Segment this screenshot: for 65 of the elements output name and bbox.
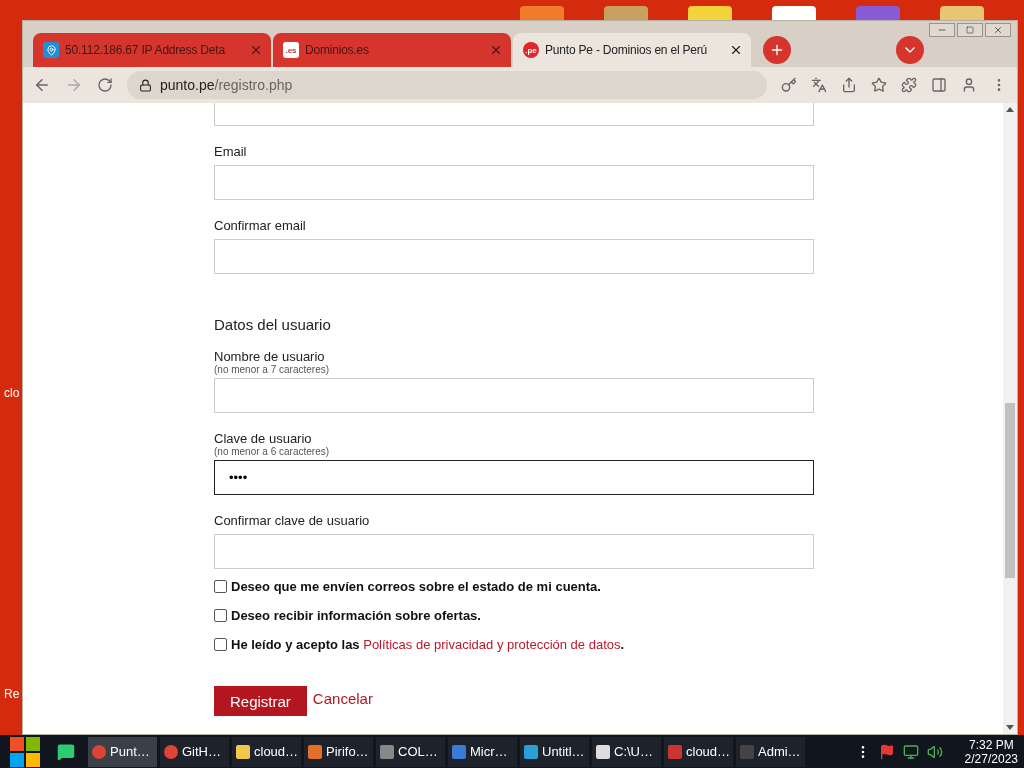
input-field[interactable]: •••• (214, 460, 814, 495)
taskbar-item[interactable]: GitH… (160, 736, 229, 767)
section-title: Datos del usuario (214, 316, 332, 333)
side-panel-icon[interactable] (931, 77, 947, 93)
input-field[interactable] (214, 165, 814, 200)
volume-icon[interactable] (926, 743, 943, 760)
field-hint: (no menor a 6 caracteres) (214, 446, 331, 457)
input-field[interactable] (214, 239, 814, 274)
field-label: Confirmar clave de usuario (214, 513, 371, 528)
clock[interactable]: 7:32 PM 2/27/2023 (964, 737, 1018, 766)
site-icon: .pe (523, 42, 539, 58)
field-label: Clave de usuario (214, 431, 313, 446)
taskbar-item[interactable]: C:\U… (592, 736, 661, 767)
close-button[interactable] (985, 23, 1011, 37)
field-label: Confirmar email (214, 218, 307, 233)
lock-icon (139, 78, 152, 92)
restore-icon (966, 26, 974, 34)
back-icon[interactable] (33, 76, 51, 94)
input-field[interactable] (214, 378, 814, 413)
address-bar[interactable]: punto.pe/registro.php (127, 71, 767, 99)
share-icon[interactable] (841, 77, 857, 93)
minimize-button[interactable] (929, 23, 955, 37)
restore-button[interactable] (957, 23, 983, 37)
scrollbar[interactable] (1003, 103, 1017, 734)
field-label: Nombre de usuario (214, 349, 326, 364)
close-icon[interactable] (729, 43, 743, 57)
register-button[interactable]: Registrar (214, 686, 307, 716)
flag-icon[interactable] (878, 743, 895, 760)
taskbar-item[interactable]: Untitl… (520, 736, 589, 767)
taskbar-item[interactable]: Admi… (736, 736, 805, 767)
taskbar-item[interactable]: cloud… (664, 736, 733, 767)
plus-icon (769, 42, 785, 58)
taskbar-item[interactable]: Punt… (88, 736, 157, 767)
taskbar-item[interactable]: COL… (376, 736, 445, 767)
desktop-label: clo (4, 386, 21, 400)
desktop-label: Re (4, 687, 21, 701)
extensions-icon[interactable] (901, 77, 917, 93)
translate-icon[interactable] (811, 77, 827, 93)
close-icon (993, 25, 1003, 35)
checkbox-label: Deseo recibir información sobre ofertas. (231, 608, 481, 623)
pin-icon (43, 42, 59, 58)
chat-icon[interactable] (57, 742, 75, 761)
taskbar-item[interactable]: Micr… (448, 736, 517, 767)
input-field[interactable] (214, 534, 814, 569)
profile-icon[interactable] (961, 77, 977, 93)
tab-search-button[interactable] (896, 36, 924, 64)
browser-tab[interactable]: .pe Punto Pe - Dominios en el Perú (513, 33, 751, 67)
field-hint: (no menor a 7 caracteres) (214, 364, 331, 375)
network-icon[interactable] (902, 743, 919, 760)
field-label: Email (214, 144, 248, 159)
key-icon[interactable] (781, 77, 797, 93)
checkbox-label: He leído y acepto las Políticas de privacidad y protección de datos. (231, 637, 625, 652)
star-icon[interactable] (871, 77, 887, 93)
checkbox[interactable] (214, 580, 227, 593)
checkbox[interactable] (214, 609, 227, 622)
reload-icon[interactable] (97, 77, 113, 93)
taskbar-item[interactable]: cloud… (232, 736, 301, 767)
cancel-link[interactable]: Cancelar (312, 686, 373, 711)
browser-tab[interactable]: .es Dominios.es (273, 33, 511, 67)
taskbar-item[interactable]: Pirifo… (304, 736, 373, 767)
privacy-link[interactable]: Políticas de privacidad y protección de datos (363, 637, 621, 652)
site-icon: .es (283, 42, 299, 58)
new-tab-button[interactable] (763, 36, 791, 64)
checkbox[interactable] (214, 638, 227, 651)
checkbox-label: Deseo que me envíen correos sobre el estado de mi cuenta. (231, 579, 601, 594)
